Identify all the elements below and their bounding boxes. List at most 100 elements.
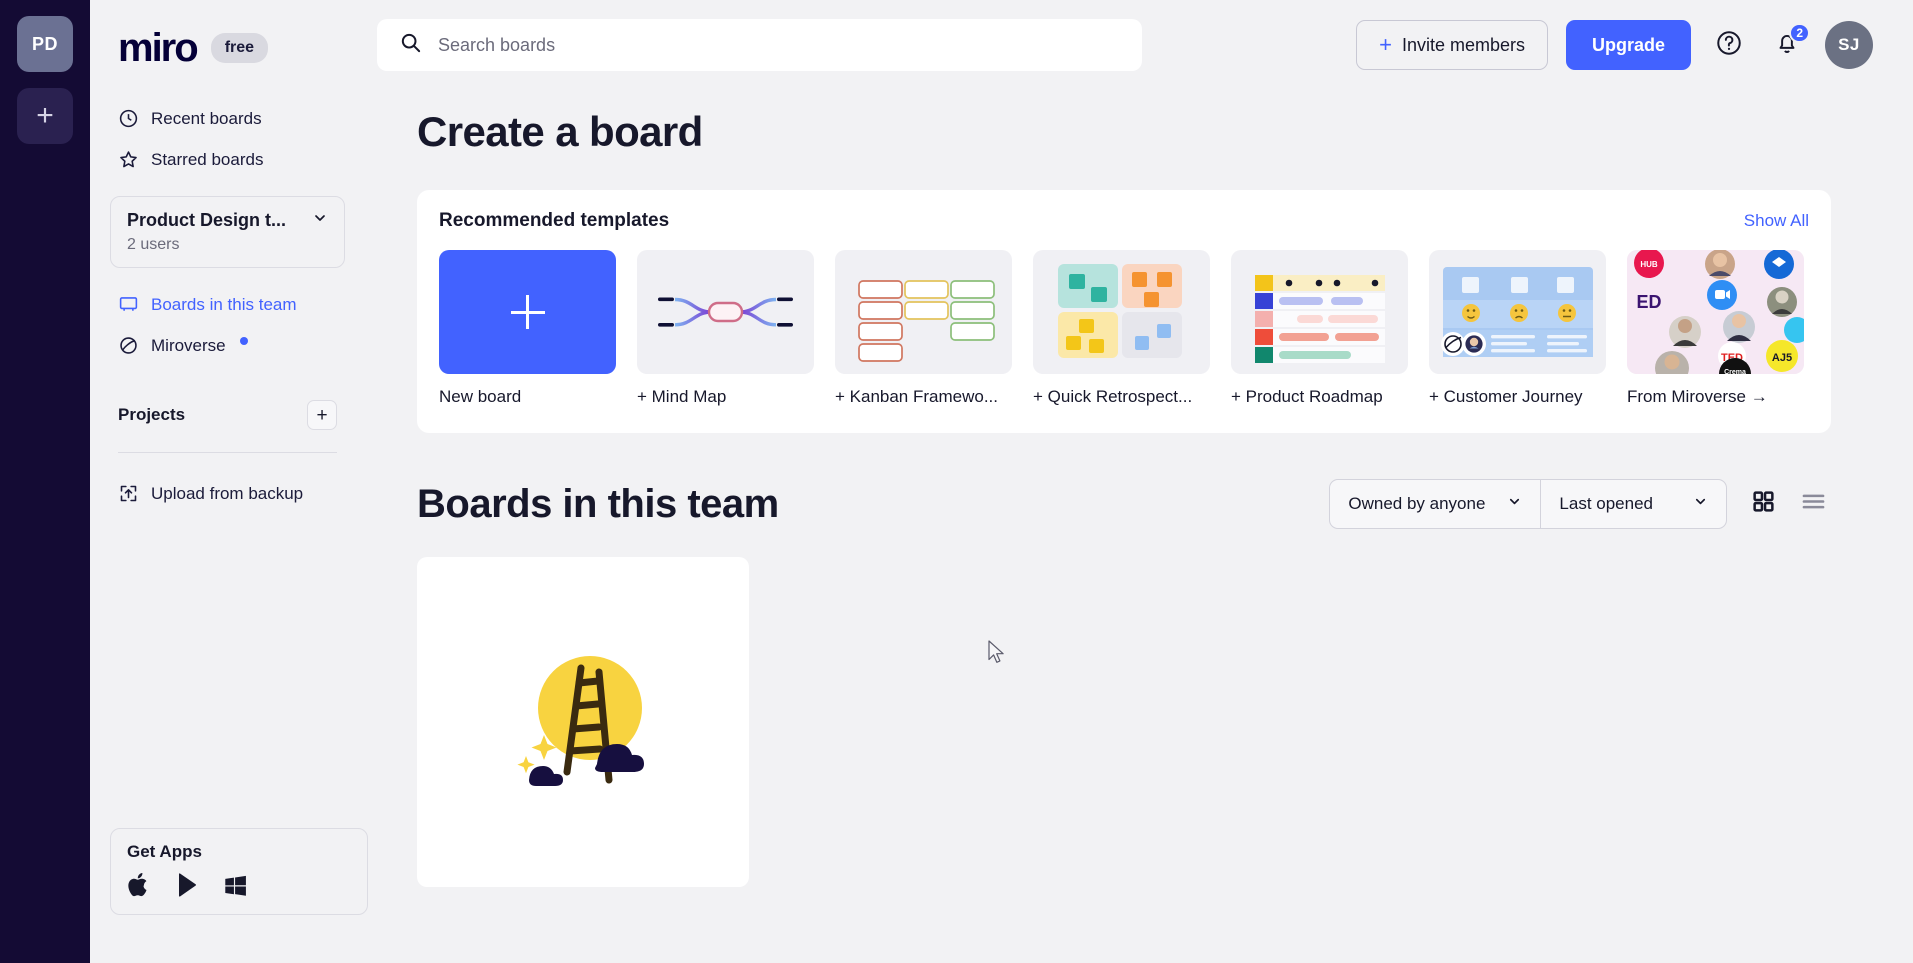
templates-title: Recommended templates (439, 210, 670, 231)
team-selector[interactable]: Product Design t... 2 users (110, 196, 345, 268)
top-bar-actions: + Invite members Upgrade 2 SJ (1356, 20, 1873, 70)
upload-from-backup-button[interactable]: Upload from backup (110, 473, 345, 514)
template-card-from-miroverse[interactable]: HUB ED TED AJ5 Crema From Miroverse → (1627, 250, 1804, 407)
brand: miro free (110, 22, 345, 68)
template-card-new-board[interactable]: New board (439, 250, 616, 407)
projects-section-header: Projects + (110, 400, 345, 430)
get-apps-card: Get Apps (110, 828, 368, 915)
chevron-down-icon (312, 210, 328, 231)
boards-section-header: Boards in this team Owned by anyone Last… (417, 479, 1831, 529)
windows-icon[interactable] (223, 873, 248, 898)
plan-badge: free (210, 33, 269, 63)
user-avatar[interactable]: SJ (1825, 21, 1873, 69)
template-card-product-roadmap[interactable]: + Product Roadmap (1231, 250, 1408, 407)
rail-team-avatar[interactable]: PD (17, 16, 73, 72)
template-label: + Customer Journey (1429, 387, 1583, 406)
template-card-quick-retrospective[interactable]: + Quick Retrospect... (1033, 250, 1210, 407)
template-label: New board (439, 387, 522, 406)
boards-section-title: Boards in this team (417, 481, 779, 526)
upgrade-button[interactable]: Upgrade (1565, 20, 1691, 70)
sidebar-item-label: Miroverse (151, 335, 226, 355)
mind-map-thumbnail (637, 250, 814, 374)
projects-label: Projects (118, 405, 186, 424)
team-name: Product Design t... (127, 210, 287, 230)
left-rail: PD + (0, 0, 90, 963)
clock-icon (118, 108, 139, 129)
filter-sort-dropdown[interactable]: Last opened (1540, 480, 1726, 528)
notifications-count-badge: 2 (1789, 23, 1810, 43)
filter-sort-value: Last opened (1559, 494, 1653, 513)
boards-grid (417, 557, 1873, 887)
sidebar-item-recent-boards[interactable]: Recent boards (110, 98, 345, 139)
sidebar-item-boards-in-this-team[interactable]: Boards in this team (110, 284, 345, 325)
view-toggle (1745, 486, 1831, 522)
template-label: From Miroverse → (1627, 387, 1768, 406)
filter-owner-dropdown[interactable]: Owned by anyone (1330, 480, 1540, 528)
template-label: + Mind Map (637, 387, 727, 406)
new-board-thumbnail (439, 250, 616, 374)
template-card-mind-map[interactable]: + Mind Map (637, 250, 814, 407)
grid-view-button[interactable] (1745, 486, 1781, 522)
sidebar-nav: Recent boards Starred boards (110, 98, 345, 180)
star-icon (118, 149, 139, 170)
sidebar-item-label: Starred boards (151, 149, 264, 169)
miroverse-icon (118, 335, 139, 356)
invite-members-button[interactable]: + Invite members (1356, 20, 1548, 70)
sidebar: miro free Recent boards Starred boards P… (90, 0, 368, 963)
help-button[interactable] (1709, 25, 1749, 65)
miro-dashboard: PD + miro free Recent boards Starred boa… (0, 0, 1913, 963)
template-card-kanban[interactable]: + Kanban Framewo... (835, 250, 1012, 407)
template-label: + Kanban Framewo... (835, 387, 999, 406)
template-label: + Product Roadmap (1231, 387, 1383, 406)
board-icon (118, 294, 139, 315)
board-card[interactable] (417, 557, 749, 887)
chevron-down-icon (1693, 494, 1708, 514)
list-view-button[interactable] (1795, 486, 1831, 522)
svg-text:ED: ED (1636, 292, 1661, 312)
svg-text:HUB: HUB (1640, 260, 1658, 269)
rail-add-team-button[interactable]: + (17, 88, 73, 144)
upload-label: Upload from backup (151, 483, 304, 503)
recommended-templates-panel: Recommended templates Show All New board (417, 190, 1831, 433)
sidebar-divider (118, 452, 337, 453)
invite-members-label: Invite members (1401, 34, 1525, 55)
search-icon (399, 31, 422, 59)
main-area: + Invite members Upgrade (365, 0, 1913, 963)
help-circle-icon (1715, 29, 1743, 62)
sidebar-item-label: Boards in this team (151, 294, 297, 314)
upload-icon (118, 483, 139, 504)
template-label: + Quick Retrospect... (1033, 387, 1193, 406)
boards-filters: Owned by anyone Last opened (1329, 479, 1727, 529)
templates-row: New board + Mind Map + Kanban Framewo...… (439, 250, 1809, 407)
notifications-button[interactable]: 2 (1767, 23, 1810, 65)
google-play-icon[interactable] (175, 872, 199, 898)
retrospective-thumbnail (1033, 250, 1210, 374)
board-thumbnail-illustration (493, 630, 673, 815)
sidebar-item-starred-boards[interactable]: Starred boards (110, 139, 345, 180)
sidebar-item-label: Recent boards (151, 108, 262, 128)
template-card-customer-journey[interactable]: + Customer Journey (1429, 250, 1606, 407)
miroverse-new-dot (239, 337, 248, 345)
chevron-down-icon (1507, 494, 1522, 514)
svg-text:AJ5: AJ5 (1772, 352, 1792, 364)
sidebar-item-miroverse[interactable]: Miroverse (110, 325, 345, 366)
list-view-icon (1800, 488, 1827, 520)
get-apps-title: Get Apps (127, 842, 202, 861)
search-bar[interactable] (377, 19, 1142, 71)
search-input[interactable] (438, 34, 1120, 56)
svg-text:Crema: Crema (1724, 369, 1746, 374)
show-all-templates-link[interactable]: Show All (1744, 211, 1809, 231)
kanban-thumbnail (835, 250, 1012, 374)
roadmap-thumbnail (1231, 250, 1408, 374)
page-title: Create a board (417, 108, 703, 155)
filter-owner-value: Owned by anyone (1348, 494, 1486, 513)
miroverse-thumbnail: HUB ED TED AJ5 Crema (1627, 250, 1804, 374)
apple-icon[interactable] (127, 872, 151, 898)
top-bar: + Invite members Upgrade (365, 0, 1873, 90)
miro-logo: miro (118, 26, 199, 70)
team-user-count: 2 users (127, 236, 180, 253)
plus-icon: + (1379, 32, 1392, 57)
add-project-button[interactable]: + (307, 400, 337, 430)
grid-view-icon (1751, 489, 1776, 519)
customer-journey-thumbnail (1429, 250, 1606, 374)
